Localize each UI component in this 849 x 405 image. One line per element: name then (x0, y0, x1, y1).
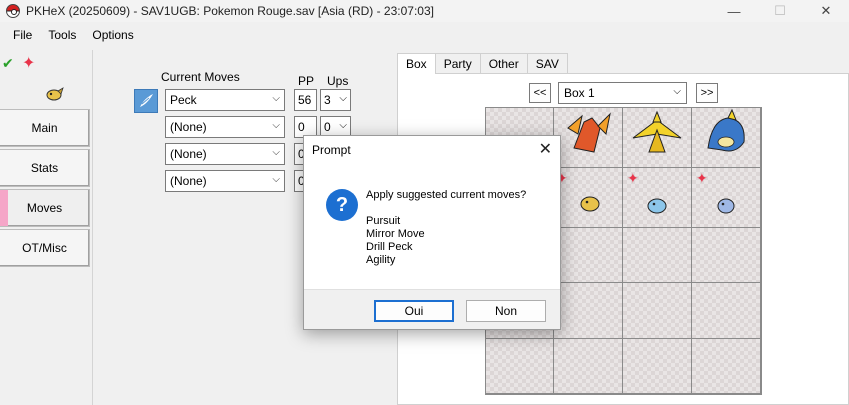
pokemon-sprite-icon (46, 87, 64, 101)
box-tabs: Box Party Other SAV (397, 53, 568, 74)
shiny-sparkle-icon[interactable]: ✦ (22, 53, 35, 73)
shiny-sparkle-icon: ✦ (696, 170, 708, 186)
ups-1-select[interactable]: 3 ⌵ (320, 89, 351, 111)
tab-ot-misc-label: OT/Misc (22, 241, 67, 255)
next-box-button[interactable]: >> (696, 83, 718, 103)
tab-moves[interactable]: Moves (0, 189, 90, 227)
box-slot[interactable] (486, 338, 554, 394)
box-slot[interactable] (554, 228, 623, 284)
move-1-select[interactable]: Peck ⌵ (165, 89, 285, 111)
chevron-down-icon: ⌵ (339, 93, 347, 104)
move-4-select[interactable]: (None) ⌵ (165, 170, 285, 192)
dialog-question: Apply suggested current moves? (366, 189, 527, 201)
tab-stats-label: Stats (30, 161, 59, 175)
pokemon-sprite-icon (567, 112, 611, 153)
tab-main-label: Main (31, 121, 58, 135)
maximize-button[interactable]: ☐ (757, 0, 803, 22)
move-1-value: Peck (170, 93, 197, 107)
tab-box[interactable]: Box (397, 53, 436, 74)
box-slot[interactable]: ✦ (692, 168, 761, 228)
title-bar: PKHeX (20250609) - SAV1UGB: Pokemon Roug… (0, 0, 849, 22)
box-slot[interactable] (623, 338, 692, 394)
pokemon-sprite-icon (707, 108, 745, 152)
minimize-button[interactable]: — (711, 0, 757, 22)
tab-main[interactable]: Main (0, 109, 90, 147)
move-2-value: (None) (170, 120, 207, 134)
chevron-down-icon: ⌵ (272, 174, 280, 185)
suggested-move: Agility (366, 254, 396, 266)
box-slot[interactable]: ✦ (623, 168, 692, 228)
box-slot[interactable]: ✦ (554, 168, 623, 228)
chevron-down-icon: ⌵ (272, 120, 280, 131)
tab-ot-misc[interactable]: OT/Misc (0, 229, 90, 267)
box-select[interactable]: Box 1 ⌵ (558, 82, 687, 104)
box-slot[interactable] (692, 283, 761, 339)
suggested-move: Mirror Move (366, 228, 425, 240)
tab-moves-label: Moves (26, 201, 63, 215)
menu-file[interactable]: File (6, 26, 39, 46)
box-slot[interactable] (623, 228, 692, 284)
flying-type-icon (134, 89, 158, 113)
dialog-title: Prompt (312, 143, 351, 157)
box-slot[interactable] (692, 228, 761, 284)
question-icon: ? (326, 189, 358, 221)
dialog-close-icon[interactable]: ✕ (539, 139, 552, 159)
suggested-move: Drill Peck (366, 241, 413, 253)
pokemon-sprite-icon (632, 110, 682, 153)
tab-party[interactable]: Party (434, 53, 481, 73)
current-moves-header: Current Moves (161, 70, 240, 84)
box-select-value: Box 1 (564, 86, 595, 100)
move-3-value: (None) (170, 147, 207, 161)
box-slot[interactable] (554, 338, 623, 394)
pp-header: PP (298, 74, 315, 88)
menu-options[interactable]: Options (85, 26, 140, 46)
box-slot[interactable] (692, 108, 761, 168)
move-3-select[interactable]: (None) ⌵ (165, 143, 285, 165)
dialog-footer: Oui Non (304, 289, 560, 329)
ups-1-value: 3 (324, 93, 331, 107)
pp-1-field[interactable]: 56 (294, 89, 317, 111)
menu-bar: File Tools Options (0, 26, 143, 46)
chevron-down-icon: ⌵ (339, 120, 347, 131)
shiny-sparkle-icon: ✦ (627, 170, 639, 186)
chevron-down-icon: ⌵ (272, 93, 280, 104)
box-slot[interactable] (623, 283, 692, 339)
prompt-dialog: Prompt ✕ ? Apply suggested current moves… (303, 135, 561, 330)
box-slot[interactable] (623, 108, 692, 168)
move-2-select[interactable]: (None) ⌵ (165, 116, 285, 138)
box-slot[interactable] (554, 283, 623, 339)
pokeball-app-icon (6, 4, 20, 18)
tab-stats[interactable]: Stats (0, 149, 90, 187)
tab-sav[interactable]: SAV (526, 53, 568, 73)
window-title: PKHeX (20250609) - SAV1UGB: Pokemon Roug… (26, 4, 434, 18)
dialog-message: Apply suggested current moves? Pursuit M… (366, 189, 526, 267)
tab-other[interactable]: Other (479, 53, 528, 73)
box-slot[interactable] (554, 108, 623, 168)
legal-check-icon[interactable]: ✔ (2, 55, 14, 72)
ups-2-value: 0 (324, 120, 331, 134)
box-slot[interactable] (692, 338, 761, 394)
suggested-move: Pursuit (366, 215, 401, 227)
ups-header: Ups (327, 74, 349, 88)
move-4-value: (None) (170, 174, 207, 188)
prev-box-button[interactable]: << (529, 83, 551, 103)
non-button[interactable]: Non (466, 300, 546, 322)
chevron-down-icon: ⌵ (673, 86, 681, 97)
close-button[interactable]: ✕ (803, 0, 849, 22)
menu-tools[interactable]: Tools (41, 26, 83, 46)
oui-button[interactable]: Oui (374, 300, 454, 322)
chevron-down-icon: ⌵ (272, 147, 280, 158)
